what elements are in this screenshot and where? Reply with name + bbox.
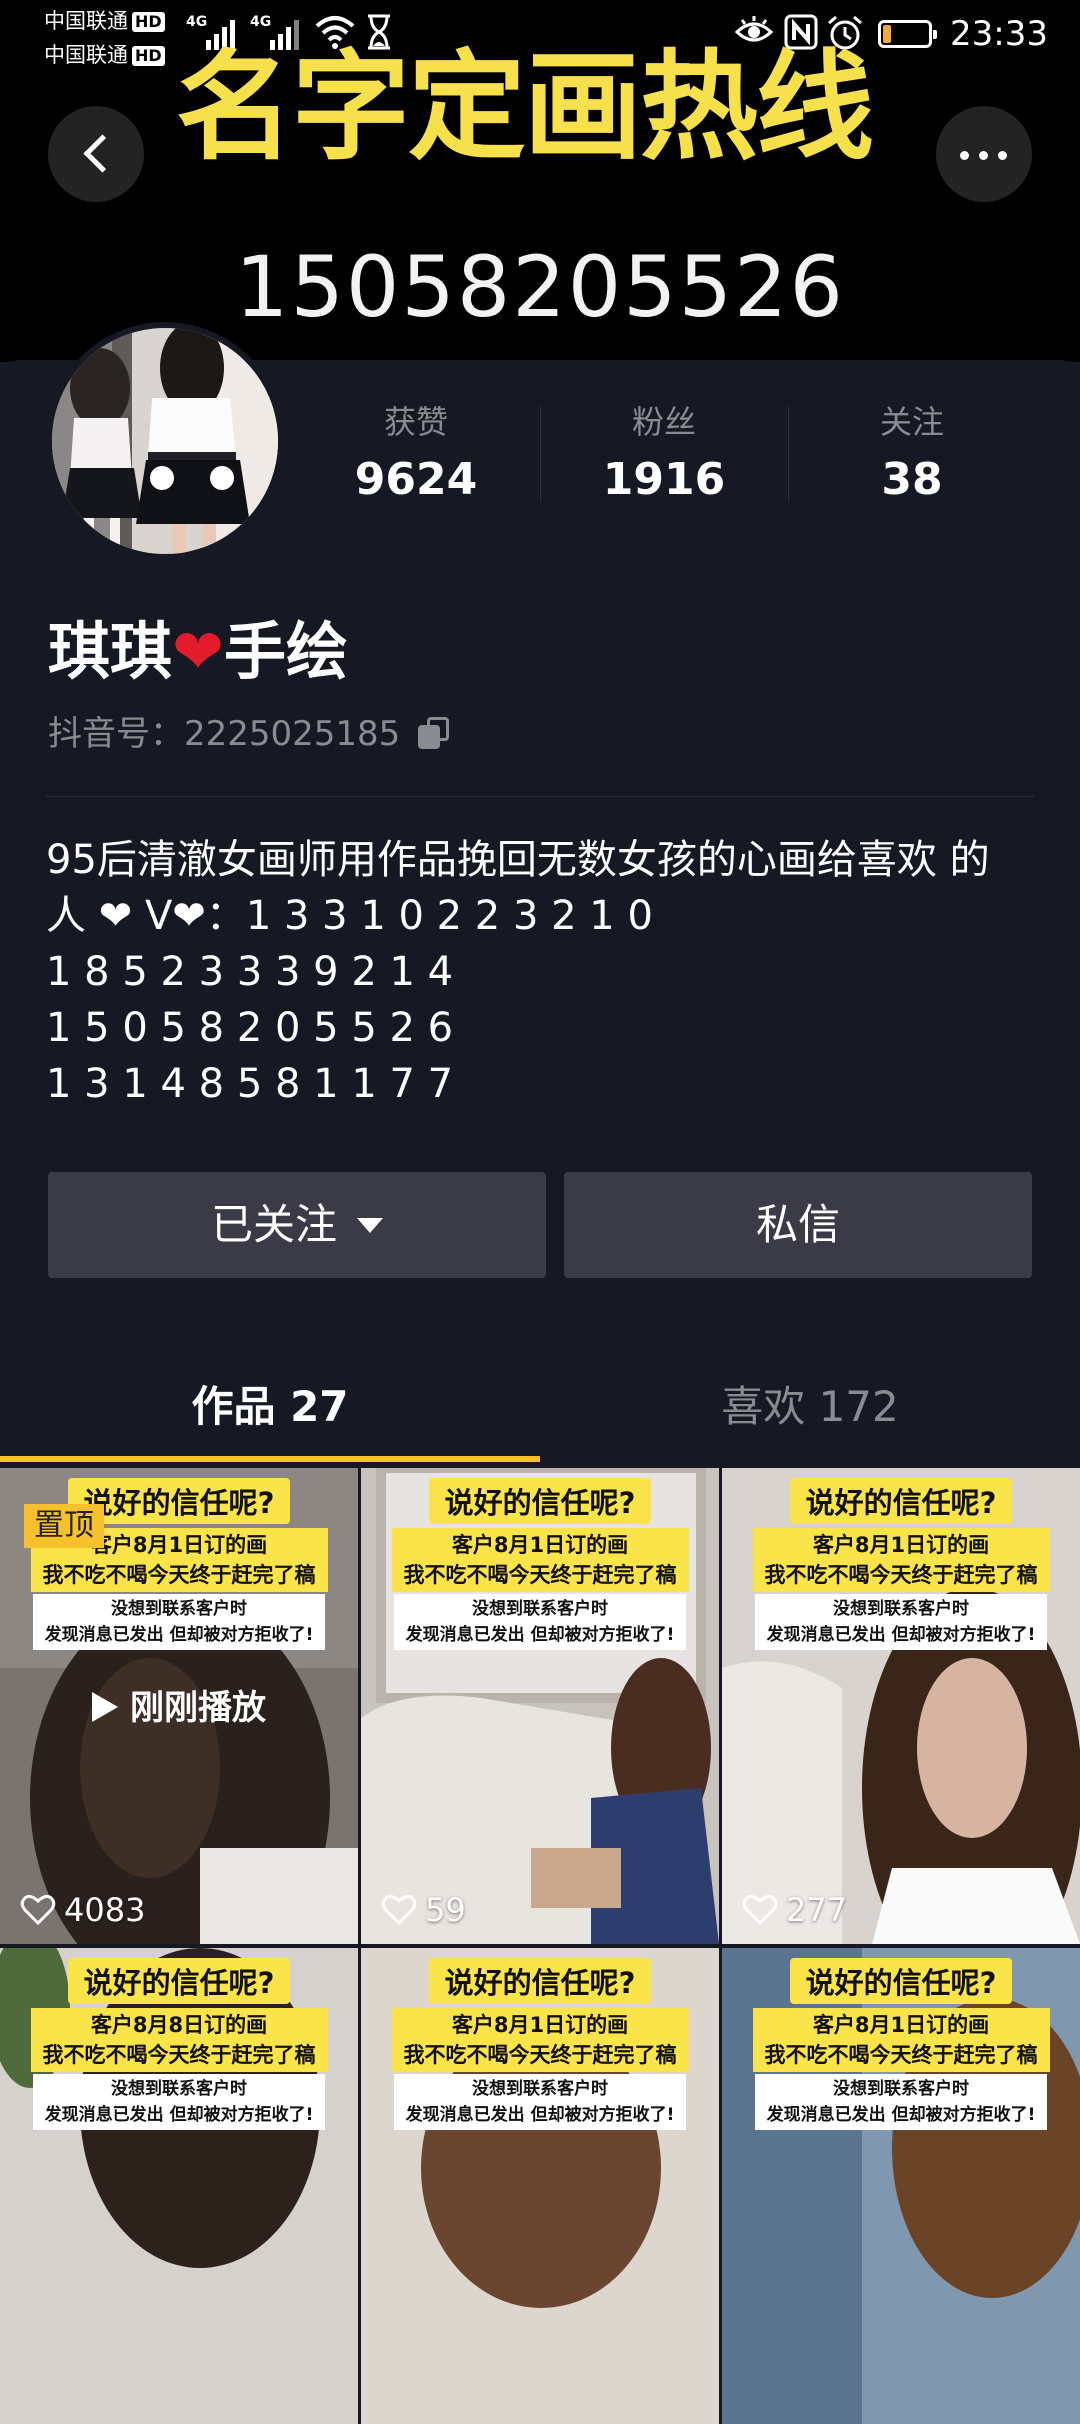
content-tabs: 作品 27 喜欢 172 xyxy=(0,1356,1080,1460)
bio-line: 1 5 0 5 8 2 0 5 5 2 6 xyxy=(46,1005,454,1051)
hd-badge: HD xyxy=(132,12,165,32)
copy-icon[interactable] xyxy=(418,717,450,749)
followed-label: 已关注 xyxy=(210,1200,337,1249)
video-note: 没想到联系客户时 发现消息已发出 但却被对方拒收了! xyxy=(754,2074,1048,2130)
username-part: 手绘 xyxy=(223,615,348,688)
back-button[interactable] xyxy=(48,106,144,202)
clock: 23:33 xyxy=(950,14,1048,54)
video-note: 没想到联系客户时 发现消息已发出 但却被对方拒收了! xyxy=(393,2074,687,2130)
caret-down-icon xyxy=(357,1218,383,1233)
pinned-badge: 置顶 xyxy=(24,1504,104,1548)
username-part: 琪琪 xyxy=(48,615,173,688)
heart-emoji: ❤ xyxy=(172,615,224,688)
bio-line: 1 3 1 4 8 5 8 1 1 7 7 xyxy=(46,1061,454,1107)
video-subtitle: 客户8月1日订的画 我不吃不喝今天终于赶完了稿 xyxy=(391,1528,689,1592)
tab-works[interactable]: 作品 27 xyxy=(0,1372,540,1442)
douyin-id: 抖音号：2225025185 xyxy=(48,714,401,754)
video-grid: 说好的信任呢? 客户8月1日订的画 我不吃不喝今天终于赶完了稿 没想到联系客户时发… xyxy=(0,1468,1080,2424)
battery-icon: 17 xyxy=(878,20,937,48)
video-note: 没想到联系客户时 发现消息已发出 但却被对方拒收了! xyxy=(754,1594,1048,1650)
followed-button[interactable]: 已关注 xyxy=(48,1172,546,1278)
video-likes: 4083 xyxy=(20,1890,145,1930)
avatar-image xyxy=(52,328,278,554)
stat-value: 1916 xyxy=(602,454,726,505)
divider xyxy=(46,796,1034,797)
play-icon xyxy=(92,1692,118,1722)
douyin-id-row: 抖音号：2225025185 xyxy=(48,712,450,756)
video-title: 说好的信任呢? xyxy=(789,1478,1013,1524)
tab-likes[interactable]: 喜欢 172 xyxy=(540,1372,1080,1442)
video-subtitle: 客户8月1日订的画 我不吃不喝今天终于赶完了稿 xyxy=(752,2008,1050,2072)
banner: 中国联通 HD 中国联通 HD 4G 4G 17 23:33 名字定画热线 15… xyxy=(0,0,1080,362)
banner-headline: 名字定画热线 xyxy=(176,38,874,176)
bio-line: 1 8 5 2 3 3 3 9 2 1 4 xyxy=(46,949,454,995)
bio-line: 人 ❤ V❤：1 3 3 1 0 2 2 3 2 1 0 xyxy=(46,893,653,939)
avatar[interactable] xyxy=(46,322,284,560)
video-note: 没想到联系客户时 发现消息已发出 但却被对方拒收了! xyxy=(32,2074,326,2130)
stat-label: 粉丝 xyxy=(631,403,696,441)
video-subtitle: 客户8月8日订的画 我不吃不喝今天终于赶完了稿 xyxy=(30,2008,328,2072)
video-note: 没想到联系客户时 发现消息已发出 但却被对方拒收了! xyxy=(32,1594,326,1650)
video-tile[interactable]: 说好的信任呢? 客户8月1日订的画 我不吃不喝今天终于赶完了稿 没想到联系客户时发… xyxy=(361,1948,719,2424)
bio-line: 95后清澈女画师用作品挽回无数女孩的心画给喜欢 的 xyxy=(46,837,990,883)
more-button[interactable] xyxy=(936,106,1032,202)
video-tile[interactable]: 说好的信任呢? 客户8月8日订的画 我不吃不喝今天终于赶完了稿 没想到联系客户时发… xyxy=(0,1948,358,2424)
message-label: 私信 xyxy=(755,1200,840,1249)
carrier-2: 中国联通 HD xyxy=(44,42,165,68)
video-subtitle: 客户8月1日订的画 我不吃不喝今天终于赶完了稿 xyxy=(391,2008,689,2072)
video-subtitle: 客户8月1日订的画 我不吃不喝今天终于赶完了稿 xyxy=(752,1528,1050,1592)
heart-outline-icon xyxy=(381,1894,417,1926)
stat-value: 9624 xyxy=(354,454,478,505)
username: 琪琪❤手绘 xyxy=(48,612,348,692)
video-tile[interactable]: 说好的信任呢? 客户8月1日订的画 我不吃不喝今天终于赶完了稿 没想到联系客户时发… xyxy=(722,1468,1080,1944)
video-note: 没想到联系客户时 发现消息已发出 但却被对方拒收了! xyxy=(393,1594,687,1650)
stat-label: 获赞 xyxy=(383,403,448,441)
video-title: 说好的信任呢? xyxy=(428,1958,652,2004)
video-likes: 59 xyxy=(381,1890,466,1930)
message-button[interactable]: 私信 xyxy=(564,1172,1032,1278)
video-tile[interactable]: 说好的信任呢? 客户8月1日订的画 我不吃不喝今天终于赶完了稿 没想到联系客户时发… xyxy=(0,1468,358,1944)
bio: 95后清澈女画师用作品挽回无数女孩的心画给喜欢 的 人 ❤ V❤：1 3 3 1… xyxy=(46,832,1056,1112)
tab-indicator xyxy=(0,1456,540,1462)
heart-outline-icon xyxy=(20,1894,56,1926)
video-tile[interactable]: 说好的信任呢? 客户8月1日订的画 我不吃不喝今天终于赶完了稿 没想到联系客户时发… xyxy=(361,1468,719,1944)
video-title: 说好的信任呢? xyxy=(789,1958,1013,2004)
video-title: 说好的信任呢? xyxy=(67,1958,291,2004)
stat-followers[interactable]: 粉丝 1916 xyxy=(540,400,788,510)
network-label-2: 4G xyxy=(250,14,272,30)
video-title: 说好的信任呢? xyxy=(428,1478,652,1524)
hd-badge: HD xyxy=(132,46,165,66)
heart-outline-icon xyxy=(742,1894,778,1926)
stat-value: 38 xyxy=(881,454,943,505)
network-label-1: 4G xyxy=(186,14,208,30)
video-tile[interactable]: 说好的信任呢? 客户8月1日订的画 我不吃不喝今天终于赶完了稿 没想到联系客户时发… xyxy=(722,1948,1080,2424)
carrier-1: 中国联通 HD xyxy=(44,8,165,34)
video-likes: 277 xyxy=(742,1890,847,1930)
profile-stats: 获赞 9624 粉丝 1916 关注 38 xyxy=(292,400,1072,510)
stat-following[interactable]: 关注 38 xyxy=(788,400,1036,510)
just-played-label: 刚刚播放 xyxy=(0,1680,358,1729)
stat-likes-received[interactable]: 获赞 9624 xyxy=(292,400,540,510)
stat-label: 关注 xyxy=(879,403,944,441)
